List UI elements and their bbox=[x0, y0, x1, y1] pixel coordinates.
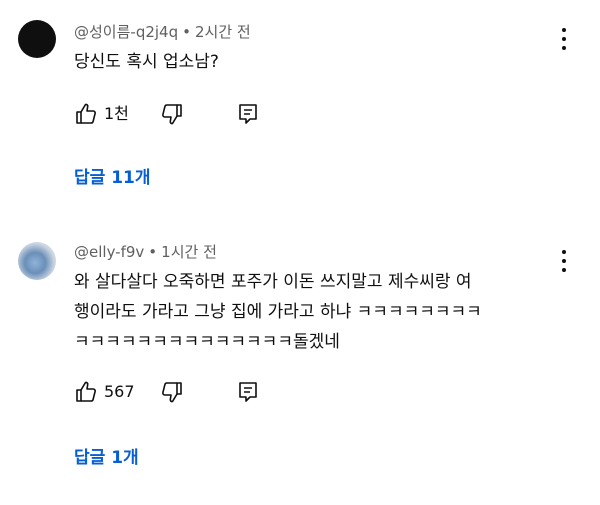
view-replies-button[interactable]: 답글 11개 bbox=[74, 167, 151, 189]
comment-actions: 1천 bbox=[74, 102, 274, 128]
comment-text: 당신도 혹시 업소남? bbox=[74, 47, 574, 77]
comment-time[interactable]: 2시간 전 bbox=[195, 23, 251, 41]
comment-text: 와 살다살다 오죽하면 포주가 이돈 쓰지말고 제수씨랑 여 행이라도 가라고 … bbox=[74, 267, 574, 357]
more-dot-icon bbox=[562, 28, 566, 32]
author-name[interactable]: @성이름-q2j4q bbox=[74, 23, 178, 41]
like-count: 1천 bbox=[104, 104, 129, 123]
comment-actions: 567 bbox=[74, 380, 274, 406]
author-name[interactable]: @elly-f9v bbox=[74, 243, 144, 261]
comment-text-line: ㅋㅋㅋㅋㅋㅋㅋㅋㅋㅋㅋㅋㅋㅋ돌겠네 bbox=[74, 332, 340, 352]
comment-time[interactable]: 1시간 전 bbox=[161, 243, 217, 261]
meta-separator: • bbox=[182, 23, 191, 41]
avatar[interactable] bbox=[18, 242, 56, 280]
comment-text-line: 행이라도 가라고 그냥 집에 가라고 하냐 ㅋㅋㅋㅋㅋㅋㅋㅋ bbox=[74, 302, 482, 322]
reply-icon[interactable] bbox=[236, 380, 260, 404]
comment-meta: @elly-f9v • 1시간 전 bbox=[74, 242, 217, 262]
reply-icon[interactable] bbox=[236, 102, 260, 126]
comment-text-line: 당신도 혹시 업소남? bbox=[74, 52, 219, 72]
meta-separator: • bbox=[148, 243, 158, 261]
dislike-icon[interactable] bbox=[160, 380, 184, 404]
more-dot-icon bbox=[562, 250, 566, 254]
more-dot-icon bbox=[562, 37, 566, 41]
view-replies-button[interactable]: 답글 1개 bbox=[74, 447, 139, 469]
like-count: 567 bbox=[104, 382, 135, 401]
avatar[interactable] bbox=[18, 20, 56, 58]
dislike-icon[interactable] bbox=[160, 102, 184, 126]
like-icon[interactable] bbox=[74, 102, 98, 126]
comment-meta: @성이름-q2j4q • 2시간 전 bbox=[74, 22, 251, 42]
more-dot-icon bbox=[562, 259, 566, 263]
comment-text-line: 와 살다살다 오죽하면 포주가 이돈 쓰지말고 제수씨랑 여 bbox=[74, 272, 472, 292]
like-icon[interactable] bbox=[74, 380, 98, 404]
